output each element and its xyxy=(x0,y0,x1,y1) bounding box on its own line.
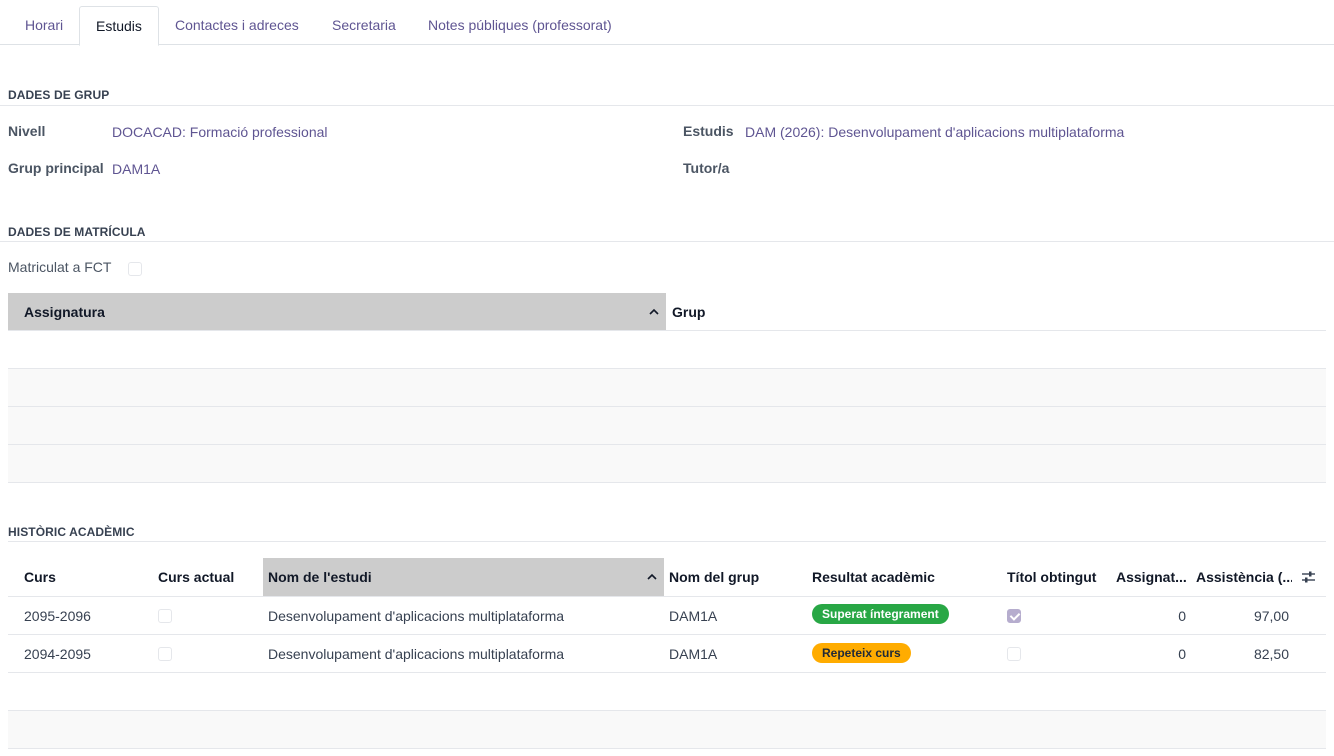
tab-contactes[interactable]: Contactes i adreces xyxy=(159,6,315,45)
status-badge: Repeteix curs xyxy=(812,643,911,663)
cell-study-name: Desenvolupament d'aplicacions multiplata… xyxy=(268,608,565,624)
table-row-empty xyxy=(8,407,1326,444)
main-group-label: Grup principal xyxy=(8,160,104,176)
section-title-history: HISTÒRIC ACADÈMIC xyxy=(8,525,135,539)
column-header-subject[interactable]: Assignatura xyxy=(8,293,666,331)
level-label: Nivell xyxy=(8,123,46,139)
cell-course: 2094-2095 xyxy=(24,646,91,662)
cell-attendance: 97,00 xyxy=(1253,608,1289,624)
fct-label: Matriculat a FCT xyxy=(8,259,112,275)
column-header-current[interactable]: Curs actual xyxy=(158,558,258,596)
cell-subjects: 0 xyxy=(1178,646,1186,662)
cell-group-name: DAM1A xyxy=(669,646,718,662)
column-header-subjects[interactable]: Assignat... xyxy=(1116,558,1186,596)
column-header-degree[interactable]: Títol obtingut xyxy=(1007,558,1107,596)
studies-label: Estudis xyxy=(683,123,734,139)
cell-study-name: Desenvolupament d'aplicacions multiplata… xyxy=(268,646,565,662)
fct-checkbox[interactable] xyxy=(128,262,142,276)
current-course-checkbox[interactable] xyxy=(158,609,172,623)
column-header-label: Nom de l'estudi xyxy=(268,569,372,585)
main-group-value-link[interactable]: DAM1A xyxy=(112,161,160,177)
table-divider xyxy=(8,482,1326,483)
column-header-group-name[interactable]: Nom del grup xyxy=(669,558,799,596)
current-course-checkbox[interactable] xyxy=(158,647,172,661)
cell-group-name: DAM1A xyxy=(669,608,718,624)
tab-secretaria[interactable]: Secretaria xyxy=(316,6,412,45)
tab-bar: Horari Estudis Contactes i adreces Secre… xyxy=(0,6,1334,46)
column-header-label: Assignatura xyxy=(24,304,105,320)
section-divider xyxy=(8,541,1326,542)
table-row-empty xyxy=(8,369,1326,406)
table-row-empty xyxy=(8,331,1326,368)
column-header-result[interactable]: Resultat acadèmic xyxy=(812,558,992,596)
column-header-course[interactable]: Curs xyxy=(24,558,144,596)
cell-course: 2095-2096 xyxy=(24,608,91,624)
sort-ascending-icon xyxy=(646,571,658,583)
table-row-empty xyxy=(8,711,1326,748)
studies-value-link[interactable]: DAM (2026): Desenvolupament d'aplicacion… xyxy=(745,124,1124,140)
status-badge: Superat íntegrament xyxy=(812,604,949,624)
table-divider xyxy=(8,748,1326,749)
column-header-attendance[interactable]: Assistència (... xyxy=(1196,558,1292,596)
section-title-group: DADES DE GRUP xyxy=(8,88,110,102)
optional-columns-icon[interactable] xyxy=(1301,570,1316,584)
section-title-enrollment: DADES DE MATRÍCULA xyxy=(8,225,146,239)
tab-estudis[interactable]: Estudis xyxy=(79,6,159,46)
degree-checkbox[interactable] xyxy=(1007,609,1021,623)
tab-notes-publiques[interactable]: Notes públiques (professorat) xyxy=(412,6,628,45)
column-header-group[interactable]: Grup xyxy=(672,293,872,331)
section-divider xyxy=(0,241,1334,242)
level-value-link[interactable]: DOCACAD: Formació professional xyxy=(112,124,328,140)
tab-horari[interactable]: Horari xyxy=(9,6,79,45)
table-row-empty xyxy=(8,445,1326,482)
degree-checkbox[interactable] xyxy=(1007,647,1021,661)
section-divider xyxy=(0,105,1334,106)
tutor-label: Tutor/a xyxy=(683,160,730,176)
cell-attendance: 82,50 xyxy=(1253,646,1289,662)
cell-subjects: 0 xyxy=(1178,608,1186,624)
table-row-empty xyxy=(8,673,1326,710)
column-header-study-name[interactable]: Nom de l'estudi xyxy=(263,558,664,596)
sort-ascending-icon xyxy=(648,306,660,318)
